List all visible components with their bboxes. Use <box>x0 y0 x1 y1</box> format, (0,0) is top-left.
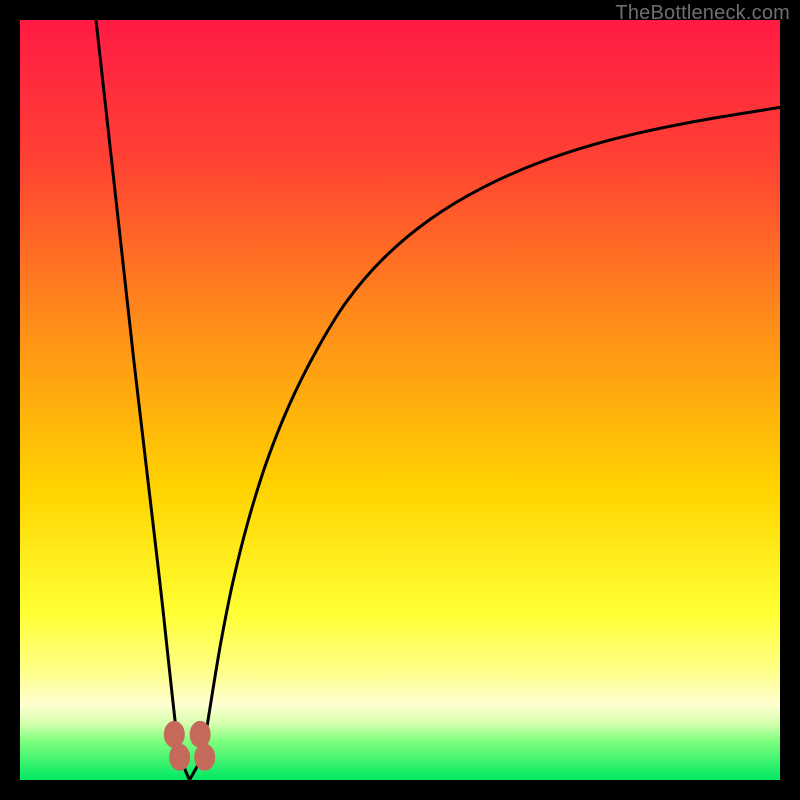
curve-marker-0 <box>164 721 184 747</box>
curve-marker-1 <box>170 744 190 770</box>
gradient-background <box>20 20 780 780</box>
watermark-label: TheBottleneck.com <box>615 2 790 25</box>
curve-marker-2 <box>190 721 210 747</box>
chart-plot <box>20 20 780 780</box>
curve-marker-3 <box>195 744 215 770</box>
chart-frame: TheBottleneck.com <box>0 0 800 800</box>
